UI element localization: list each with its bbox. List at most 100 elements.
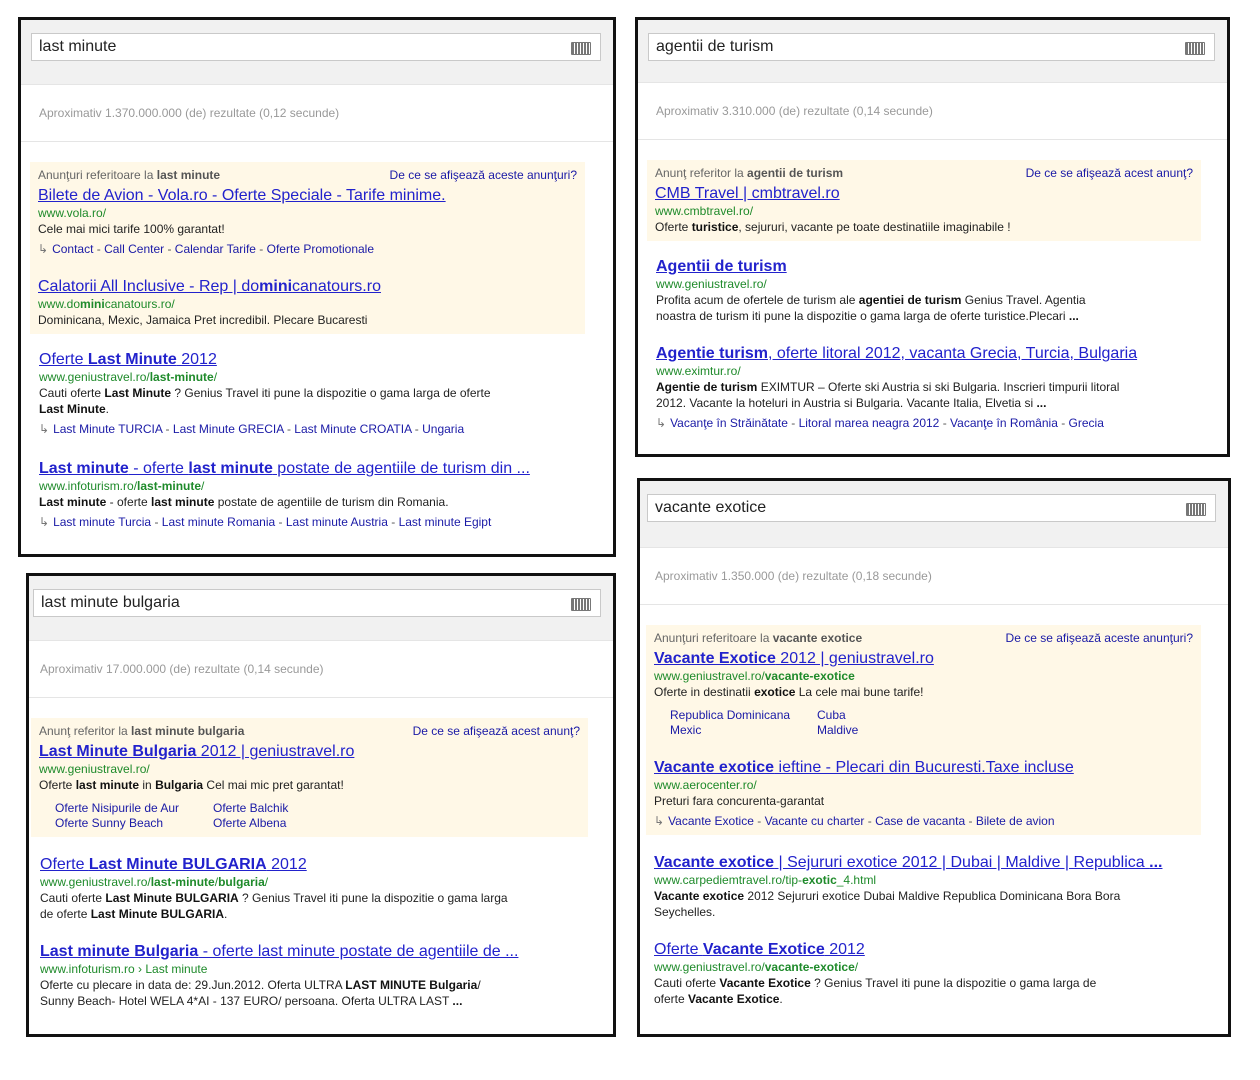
organic-result: Last minute Bulgaria - oferte last minut… — [40, 942, 602, 1009]
result-title-link[interactable]: Oferte Last Minute 2012 — [39, 350, 595, 370]
ads-header: Anunţuri referitoare la vacante exotice … — [654, 631, 1193, 645]
why-ads-link[interactable]: De ce se afişează acest anunţ? — [413, 724, 580, 738]
result-title-link[interactable]: Vacante Exotice 2012 | geniustravel.ro — [654, 649, 1193, 669]
organic-results: Vacante exotice | Sejururi exotice 2012 … — [640, 853, 1228, 1007]
result-snippet: Cele mai mici tarife 100% garantat! — [38, 222, 225, 236]
result-url: www.geniustravel.ro/vacante-exotice — [654, 669, 855, 683]
sitelink[interactable]: Case de vacanta — [875, 814, 965, 828]
serp-panel-vacante-exotice: vacante exotice Aproximativ 1.350.000 (d… — [637, 478, 1231, 1037]
sitelink[interactable]: Cuba — [817, 708, 1193, 723]
search-input[interactable]: last minute bulgaria — [33, 589, 601, 617]
result-url: www.aerocenter.ro/ — [654, 778, 757, 792]
result-title-link[interactable]: Bilete de Avion - Vola.ro - Oferte Speci… — [38, 186, 577, 206]
sitelinks-row: ↳ Vacante Exotice - Vacante cu charter - … — [654, 814, 1055, 828]
ad-result: Calatorii All Inclusive - Rep | dominica… — [38, 277, 577, 328]
result-url: www.infoturism.ro/last-minute/ — [39, 479, 205, 493]
sitelink[interactable]: Calendar Tarife — [175, 242, 256, 256]
organic-result: Vacante exotice | Sejururi exotice 2012 … — [654, 853, 1214, 920]
result-title-link[interactable]: CMB Travel | cmbtravel.ro — [655, 184, 1193, 204]
ads-block: Anunţ referitor la last minute bulgaria … — [31, 718, 588, 837]
result-title-link[interactable]: Calatorii All Inclusive - Rep | dominica… — [38, 277, 577, 297]
sitelink[interactable]: Vacanţe în România — [950, 416, 1058, 430]
keyboard-icon[interactable] — [1186, 503, 1206, 516]
keyboard-icon[interactable] — [571, 42, 591, 55]
sitelink-arrow-icon: ↳ — [39, 422, 50, 436]
result-url: www.geniustravel.ro/ — [39, 762, 150, 776]
sitelink[interactable]: Last Minute TURCIA — [53, 422, 162, 436]
search-bar: agentii de turism — [638, 20, 1227, 83]
ads-block: Anunţuri referitoare la vacante exotice … — [646, 625, 1201, 835]
organic-results: Oferte Last Minute 2012 www.geniustravel… — [21, 350, 613, 530]
keyboard-icon[interactable] — [1185, 42, 1205, 55]
sitelink[interactable]: Last Minute GRECIA — [173, 422, 284, 436]
ads-block: Anunţuri referitoare la last minute De c… — [30, 162, 585, 334]
result-url: www.vola.ro/ — [38, 206, 107, 220]
organic-result: Agentie turism, oferte litoral 2012, vac… — [656, 344, 1209, 431]
sitelink[interactable]: Last minute Austria — [286, 515, 388, 529]
search-input[interactable]: vacante exotice — [647, 494, 1216, 522]
sitelinks-row: ↳ Last Minute TURCIA - Last Minute GRECIA… — [39, 422, 465, 436]
why-ads-link[interactable]: De ce se afişează aceste anunţuri? — [390, 168, 577, 182]
result-url: www.eximtur.ro/ — [656, 364, 741, 378]
result-url: www.cmbtravel.ro/ — [655, 204, 754, 218]
sitelink[interactable]: Mexic — [670, 723, 811, 738]
search-bar: last minute bulgaria — [29, 576, 613, 641]
result-title-link[interactable]: Oferte Last Minute BULGARIA 2012 — [40, 855, 602, 875]
sitelink[interactable]: Republica Dominicana — [670, 708, 811, 723]
sitelink[interactable]: Ungaria — [422, 422, 464, 436]
sitelink[interactable]: Vacante cu charter — [765, 814, 865, 828]
sitelink[interactable]: Oferte Albena — [213, 816, 580, 831]
result-url: www.geniustravel.ro/ — [656, 277, 767, 291]
search-query-text: last minute — [39, 38, 117, 55]
result-snippet: Cauti oferte Last Minute ? Genius Travel… — [39, 386, 491, 416]
sitelink[interactable]: Bilete de avion — [976, 814, 1055, 828]
ad-result: CMB Travel | cmbtravel.ro www.cmbtravel.… — [655, 184, 1193, 235]
sitelink[interactable]: Call Center — [104, 242, 164, 256]
result-url: www.geniustravel.ro/last-minute/bulgaria… — [40, 875, 269, 889]
result-title-link[interactable]: Last Minute Bulgaria 2012 | geniustravel… — [39, 742, 580, 762]
result-snippet: Agentie de turism EXIMTUR – Oferte ski A… — [656, 380, 1120, 410]
result-snippet: Cauti oferte Last Minute BULGARIA ? Geni… — [40, 891, 508, 921]
sitelink[interactable]: Oferte Sunny Beach — [55, 816, 207, 831]
result-url: www.geniustravel.ro/vacante-exotice/ — [654, 960, 859, 974]
result-snippet: Preturi fara concurenta-garantat — [654, 794, 825, 808]
sitelink[interactable]: Oferte Nisipurile de Aur — [55, 801, 207, 816]
why-ads-link[interactable]: De ce se afişează acest anunţ? — [1026, 166, 1193, 180]
result-title-link[interactable]: Vacante exotice | Sejururi exotice 2012 … — [654, 853, 1214, 873]
ads-header: Anunţuri referitoare la last minute De c… — [38, 168, 577, 182]
result-title-link[interactable]: Vacante exotice ieftine - Plecari din Bu… — [654, 758, 1193, 778]
sitelink[interactable]: Last Minute CROATIA — [294, 422, 411, 436]
ad-result: Bilete de Avion - Vola.ro - Oferte Speci… — [38, 186, 577, 257]
search-input[interactable]: agentii de turism — [648, 33, 1215, 61]
sitelink[interactable]: Last minute Turcia — [53, 515, 151, 529]
why-ads-link[interactable]: De ce se afişează aceste anunţuri? — [1006, 631, 1193, 645]
organic-results: Oferte Last Minute BULGARIA 2012 www.gen… — [29, 855, 613, 1009]
keyboard-icon[interactable] — [571, 598, 591, 611]
search-input[interactable]: last minute — [31, 33, 601, 61]
result-snippet: Cauti oferte Vacante Exotice ? Genius Tr… — [654, 976, 1097, 1006]
result-title-link[interactable]: Agentii de turism — [656, 257, 1209, 277]
sitelink[interactable]: Last minute Romania — [162, 515, 275, 529]
search-query-text: agentii de turism — [656, 38, 774, 55]
sitelink[interactable]: Vacante Exotice — [668, 814, 754, 828]
sitelink[interactable]: Oferte Promotionale — [267, 242, 374, 256]
sitelink[interactable]: Maldive — [817, 723, 1193, 738]
sitelink[interactable]: Last minute Egipt — [399, 515, 492, 529]
sitelink[interactable]: Oferte Balchik — [213, 801, 580, 816]
organic-result: Oferte Vacante Exotice 2012 www.geniustr… — [654, 940, 1214, 1007]
sitelinks-grid: Republica Dominicana Cuba Mexic Maldive — [670, 708, 1193, 738]
sitelink[interactable]: Litoral marea neagra 2012 — [799, 416, 940, 430]
result-title-link[interactable]: Oferte Vacante Exotice 2012 — [654, 940, 1214, 960]
sitelink[interactable]: Vacanţe în Străinătate — [670, 416, 788, 430]
serp-panel-last-minute: last minute Aproximativ 1.370.000.000 (d… — [18, 17, 616, 557]
sitelink[interactable]: Grecia — [1069, 416, 1104, 430]
search-query-text: vacante exotice — [655, 499, 767, 516]
result-snippet: Profita acum de ofertele de turism ale a… — [656, 293, 1086, 323]
result-title-link[interactable]: Last minute Bulgaria - oferte last minut… — [40, 942, 602, 962]
organic-result: Oferte Last Minute 2012 www.geniustravel… — [39, 350, 595, 437]
sitelink-arrow-icon: ↳ — [654, 814, 665, 828]
result-title-link[interactable]: Agentie turism, oferte litoral 2012, vac… — [656, 344, 1209, 364]
sitelink[interactable]: Contact — [52, 242, 93, 256]
result-snippet: Oferte turistice, sejururi, vacante pe t… — [655, 220, 1011, 234]
result-title-link[interactable]: Last minute - oferte last minute postate… — [39, 459, 595, 479]
